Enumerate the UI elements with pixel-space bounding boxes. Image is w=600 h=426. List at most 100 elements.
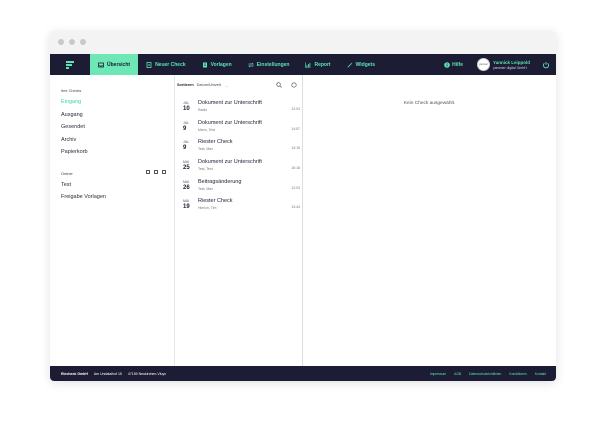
- row-month: MAI: [183, 160, 190, 164]
- row-day: 26: [183, 185, 190, 191]
- logo-icon: [66, 60, 74, 69]
- sidebar-item-eingang[interactable]: Eingang: [61, 99, 81, 105]
- chevron-down-icon[interactable]: ⌄: [225, 83, 228, 88]
- search-icon[interactable]: [276, 82, 282, 88]
- browser-window: Übersicht Neuer Check Vorlagen Einstellu…: [50, 31, 556, 381]
- row-day: 25: [183, 165, 190, 171]
- row-title: Dokument zur Unterschrift: [198, 100, 262, 106]
- footer-city: 47159 Neukirchen-Vluyn: [127, 371, 167, 376]
- row-subtitle: Hinrich, Tim: [198, 206, 217, 210]
- inbox-icon: [98, 62, 104, 67]
- row-subtitle: Test, Max: [198, 187, 213, 191]
- nav-label: Report: [314, 61, 331, 68]
- sidebar-item-gesendet[interactable]: Gesendet: [61, 124, 85, 130]
- row-time: 14:15: [291, 146, 300, 150]
- sidebar-folder-test[interactable]: Test: [61, 182, 71, 188]
- nav-einstellungen[interactable]: Einstellungen: [240, 54, 298, 75]
- row-time: 14:57: [291, 127, 300, 131]
- row-time: 12:03: [291, 107, 300, 111]
- window-dot: [69, 39, 75, 45]
- window-dot: [80, 39, 86, 45]
- detail-pane: Kein Check ausgewählt.: [303, 75, 556, 366]
- footer-link-agb[interactable]: AGB: [454, 372, 461, 376]
- app-logo[interactable]: [50, 54, 90, 75]
- nav-label: Einstellungen: [256, 61, 290, 68]
- footer-street: Am Undatalhof 15: [93, 371, 122, 376]
- sidebar-folder-freigabe-vorlagen[interactable]: Freigabe Vorlagen: [61, 194, 106, 200]
- nav-label: Neuer Check: [155, 61, 186, 68]
- sort-bar: Sortieren Datum/Uhrzeit ⌄: [175, 75, 303, 95]
- sort-select[interactable]: Datum/Uhrzeit: [197, 83, 221, 87]
- nav-label: Widgets: [355, 61, 375, 68]
- delete-folder-icon[interactable]: [162, 170, 166, 174]
- row-subtitle: Test, Test: [198, 167, 213, 171]
- avatar[interactable]: yammer: [476, 58, 490, 71]
- document-plus-icon: [146, 61, 152, 68]
- user-info[interactable]: Yannick Leippold yammer digital GmbH: [493, 60, 530, 70]
- list-item[interactable]: MAI 19 Riester Check Hinrich, Tim 13:44: [175, 197, 303, 217]
- avatar-logo-text: yammer: [478, 63, 488, 66]
- list-item[interactable]: JUL 9 Dokument zur Unterschrift Mann, Te…: [175, 119, 303, 139]
- row-title: Riester Check: [198, 139, 233, 145]
- nav-neuer-check[interactable]: Neuer Check: [138, 54, 194, 75]
- user-name: Yannick Leippold: [492, 59, 530, 65]
- list-item[interactable]: MAI 26 Beitragsänderung Test, Max 12:03: [175, 178, 303, 198]
- footer-links: Impressum AGB Datenschutzrichtlinien Kon…: [430, 372, 546, 376]
- footer-address: Riecheck GmbH Am Undatalhof 15 47159 Neu…: [61, 372, 166, 376]
- row-month: MAI: [183, 199, 190, 203]
- row-title: Dokument zur Unterschrift: [198, 159, 262, 165]
- footer-company: Riecheck GmbH: [61, 371, 88, 376]
- list-item[interactable]: MAI 25 Dokument zur Unterschrift Test, T…: [175, 158, 303, 178]
- nav-label: Übersicht: [107, 61, 131, 68]
- refresh-icon[interactable]: [291, 82, 297, 88]
- row-day: 19: [183, 204, 190, 210]
- row-title: Beitragsänderung: [198, 179, 242, 185]
- row-title: Riester Check: [198, 198, 233, 204]
- nav-vorlagen[interactable]: Vorlagen: [194, 54, 240, 75]
- sidebar-item-archiv[interactable]: Archiv: [61, 137, 76, 143]
- window-chrome: [50, 31, 556, 54]
- top-navigation: Übersicht Neuer Check Vorlagen Einstellu…: [50, 54, 556, 75]
- footer-link-kontakt[interactable]: Kontakt: [535, 372, 546, 376]
- row-time: 12:03: [291, 186, 300, 190]
- nav-widgets[interactable]: Widgets: [339, 54, 383, 75]
- row-day: 10: [183, 106, 190, 112]
- section-heading-checks: Ihre Checks: [61, 89, 82, 93]
- list-item[interactable]: JUL 10 Dokument zur Unterschrift Radio 1…: [175, 99, 303, 119]
- footer-link-impressum[interactable]: Impressum: [430, 372, 446, 376]
- empty-state-text: Kein Check ausgewählt.: [403, 101, 456, 106]
- help-link[interactable]: Hilfe: [444, 62, 463, 68]
- row-day: 9: [183, 126, 187, 132]
- sidebar-item-ausgang[interactable]: Ausgang: [61, 112, 83, 118]
- info-icon: [444, 61, 450, 68]
- settings-arrows-icon: [247, 62, 254, 67]
- power-icon[interactable]: [542, 61, 550, 69]
- list-item[interactable]: JUL 9 Riester Check Test, Max 14:15: [175, 138, 303, 158]
- footer-link-konditionen[interactable]: Konditionen: [509, 372, 526, 376]
- row-title: Dokument zur Unterschrift: [198, 120, 262, 126]
- widget-wand-icon: [347, 62, 353, 67]
- user-company: yammer digital GmbH: [492, 65, 527, 70]
- bar-chart-icon: [305, 62, 311, 68]
- row-subtitle: Radio: [198, 108, 208, 112]
- footer-link-datenschutz[interactable]: Datenschutzrichtlinien: [469, 372, 501, 376]
- sidebar-item-papierkorb[interactable]: Papierkorb: [61, 149, 88, 155]
- row-subtitle: Mann, Test: [198, 128, 216, 132]
- row-subtitle: Test, Max: [198, 147, 213, 151]
- footer: Riecheck GmbH Am Undatalhof 15 47159 Neu…: [50, 366, 556, 381]
- template-icon: [202, 62, 207, 67]
- nav-right-area: Hilfe yammer Yannick Leippold yammer dig…: [444, 54, 556, 75]
- add-folder-icon[interactable]: [146, 170, 150, 174]
- row-time: 16:18: [291, 166, 300, 170]
- nav-label: Vorlagen: [210, 61, 232, 68]
- section-heading-folders: Ordner: [61, 172, 73, 176]
- sort-label: Sortieren: [177, 83, 194, 87]
- edit-folder-icon[interactable]: [154, 170, 158, 174]
- folder-actions: [146, 170, 166, 174]
- nav-report[interactable]: Report: [297, 54, 338, 75]
- row-month: JUL: [183, 101, 190, 105]
- row-day: 9: [183, 145, 187, 151]
- nav-uebersicht[interactable]: Übersicht: [90, 54, 139, 75]
- help-label: Hilfe: [452, 61, 463, 68]
- row-time: 13:44: [291, 205, 300, 209]
